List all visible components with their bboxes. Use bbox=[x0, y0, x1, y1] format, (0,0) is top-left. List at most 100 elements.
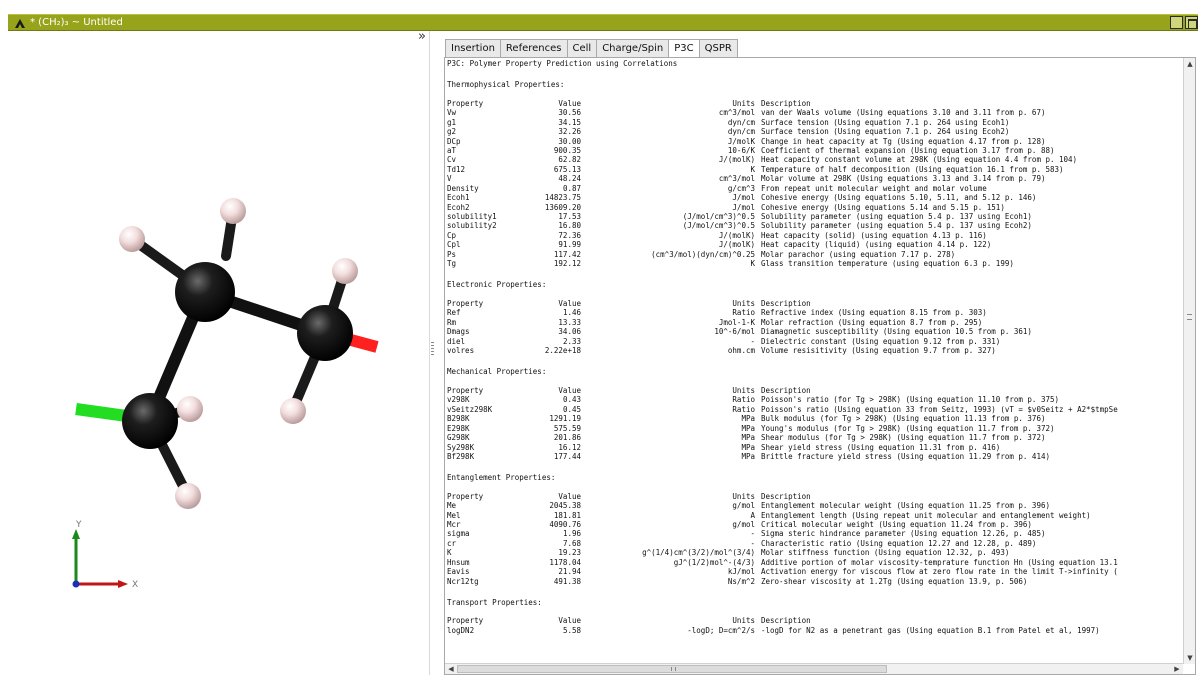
restore-button[interactable] bbox=[1185, 16, 1198, 29]
header-description: Description bbox=[761, 385, 811, 395]
report-title: P3C: Polymer Property Prediction using C… bbox=[447, 59, 678, 68]
y-axis-arrow bbox=[72, 529, 80, 539]
expand-panel-button[interactable]: » bbox=[418, 29, 426, 44]
property-value: 900.35 bbox=[553, 145, 581, 155]
property-units: Ratio bbox=[732, 395, 755, 405]
scroll-left-icon[interactable]: ◀ bbox=[446, 664, 456, 674]
hydrogen-atom bbox=[177, 396, 203, 422]
property-value: 16.12 bbox=[558, 442, 581, 452]
property-name: K bbox=[447, 548, 452, 558]
property-units: K bbox=[750, 164, 755, 174]
property-units: MPa bbox=[741, 423, 755, 433]
property-value: 2.33 bbox=[562, 336, 581, 346]
property-row: Ps 117.42 (cm^3/mol)(dyn/cm)^0.25 Molar par… bbox=[447, 250, 1183, 259]
tab-insertion[interactable]: Insertion bbox=[445, 39, 500, 58]
property-name: solubility1 bbox=[447, 212, 497, 221]
property-row: vSeitz298K 0.45 Ratio Poisson's ratio (Usin… bbox=[447, 405, 1183, 414]
property-description: Entanglement length (Using repeat unit m… bbox=[761, 510, 1091, 520]
property-name: Mel bbox=[447, 510, 461, 520]
property-units: Ratio bbox=[732, 404, 755, 414]
header-property: Property bbox=[447, 491, 484, 501]
x-axis-label: X bbox=[132, 580, 138, 590]
property-units: - bbox=[750, 336, 755, 346]
property-units: J/mol bbox=[732, 193, 755, 203]
property-value: 177.44 bbox=[553, 451, 581, 461]
header-units: Units bbox=[732, 491, 755, 501]
property-name: Eavis bbox=[447, 567, 470, 577]
vertical-scrollbar[interactable]: ▲ ▼ bbox=[1183, 58, 1195, 664]
column-header-row: Property Value Units Description bbox=[447, 616, 1183, 625]
property-name: Density bbox=[447, 183, 479, 193]
property-row: aT 900.35 10-6/K Coefficient of thermal exp… bbox=[447, 146, 1183, 155]
property-row: Eavis 21.94 kJ/mol Activation energy for vi… bbox=[447, 567, 1183, 576]
title-bar-strip[interactable]: * (CH₂)₃ ~ Untitled bbox=[8, 14, 1198, 31]
property-name: Rm bbox=[447, 317, 457, 327]
property-row: g2 32.26 dyn/cm Surface tension (Using equa… bbox=[447, 127, 1183, 136]
property-description: Molar stiffness function (Using equation… bbox=[761, 548, 1010, 558]
property-name: Ref bbox=[447, 308, 461, 318]
property-description: Shear yield stress (Using equation 11.31… bbox=[761, 442, 1001, 452]
property-row: Density 0.87 g/cm^3 From repeat unit molecu… bbox=[447, 184, 1183, 193]
property-row: Bf298K 177.44 MPa Brittle fracture yield st… bbox=[447, 452, 1183, 461]
tab-charge-spin[interactable]: Charge/Spin bbox=[596, 39, 669, 58]
property-units: Ratio bbox=[732, 308, 755, 318]
tab-p3c[interactable]: P3C bbox=[668, 39, 699, 58]
property-description: Diamagnetic susceptibility (Using equati… bbox=[761, 327, 1032, 337]
property-units: MPa bbox=[741, 451, 755, 461]
property-units: J/(molK) bbox=[718, 240, 755, 250]
scroll-down-icon[interactable]: ▼ bbox=[1185, 653, 1195, 663]
property-name: Sy298K bbox=[447, 442, 475, 452]
axis-triad: Y X bbox=[72, 520, 138, 590]
header-units: Units bbox=[732, 385, 755, 395]
property-value: 13.33 bbox=[558, 317, 581, 327]
property-description: Volume resisitivity (Using equation 9.7 … bbox=[761, 346, 996, 356]
tab-bar: Insertion References Cell Charge/Spin P3C QSP… bbox=[445, 39, 738, 58]
x-axis-arrow bbox=[118, 580, 128, 588]
property-value: 34.06 bbox=[558, 327, 581, 337]
property-name: Td12 bbox=[447, 164, 466, 174]
column-header-row: Property Value Units Description bbox=[447, 99, 1183, 108]
property-units: (J/mol/cm^3)^0.5 bbox=[682, 212, 755, 221]
property-units: MPa bbox=[741, 442, 755, 452]
horizontal-scroll-thumb[interactable] bbox=[457, 665, 887, 673]
property-value: 19.23 bbox=[558, 548, 581, 558]
tab-references[interactable]: References bbox=[499, 39, 567, 58]
property-value: 0.87 bbox=[562, 183, 581, 193]
property-row: Rm 13.33 Jmol-1-K Molar refraction (Using e… bbox=[447, 318, 1183, 327]
property-name: aT bbox=[447, 145, 457, 155]
scroll-up-icon[interactable]: ▲ bbox=[1185, 59, 1195, 69]
splitter-handle[interactable] bbox=[431, 340, 435, 368]
atoms bbox=[119, 198, 358, 509]
property-description: Bulk modulus (for Tg > 298K) (Using equa… bbox=[761, 414, 1046, 424]
molecule-canvas[interactable]: Y X bbox=[0, 31, 430, 675]
property-description: Cohesive energy (Using equations 5.14 an… bbox=[761, 202, 1005, 212]
hydrogen-atom bbox=[332, 258, 358, 284]
section-heading: Electronic Properties: bbox=[447, 280, 547, 290]
carbon-atom bbox=[175, 262, 235, 322]
p3c-report[interactable]: P3C: Polymer Property Prediction using C… bbox=[447, 59, 1183, 663]
property-value: 1291.19 bbox=[549, 414, 581, 424]
property-value: 62.82 bbox=[558, 155, 581, 165]
property-name: Ps bbox=[447, 249, 457, 259]
header-property: Property bbox=[447, 385, 484, 395]
molecule-viewer[interactable]: Y X bbox=[0, 31, 430, 675]
property-name: Ncr12tg bbox=[447, 576, 479, 586]
tab-qspr[interactable]: QSPR bbox=[698, 39, 738, 58]
property-row: sigma 1.96 - Sigma steric hindrance paramet… bbox=[447, 529, 1183, 538]
property-row: Cp 72.36 J/(molK) Heat capacity (solid) (us… bbox=[447, 231, 1183, 240]
property-name: Me bbox=[447, 501, 457, 511]
property-description: Molar volume at 298K (Using equations 3.… bbox=[761, 174, 1046, 184]
tab-cell[interactable]: Cell bbox=[566, 39, 597, 58]
property-description: Characteristic ratio (Using equation 12.… bbox=[761, 538, 1037, 548]
property-description: Solubility parameter (using equation 5.4… bbox=[761, 212, 1032, 221]
scroll-right-icon[interactable]: ▶ bbox=[1172, 664, 1182, 674]
property-description: Shear modulus (for Tg > 298K) (Using equ… bbox=[761, 433, 1046, 443]
property-value: 48.24 bbox=[558, 174, 581, 184]
property-units: -logD; D=cm^2/s bbox=[687, 625, 755, 635]
property-name: B298K bbox=[447, 414, 470, 424]
scroll-grip[interactable] bbox=[1187, 314, 1192, 320]
header-description: Description bbox=[761, 616, 811, 626]
property-row: g1 34.15 dyn/cm Surface tension (Using equa… bbox=[447, 118, 1183, 127]
minimize-button[interactable] bbox=[1170, 16, 1183, 29]
horizontal-scrollbar[interactable]: ◀ ▶ bbox=[445, 663, 1183, 674]
